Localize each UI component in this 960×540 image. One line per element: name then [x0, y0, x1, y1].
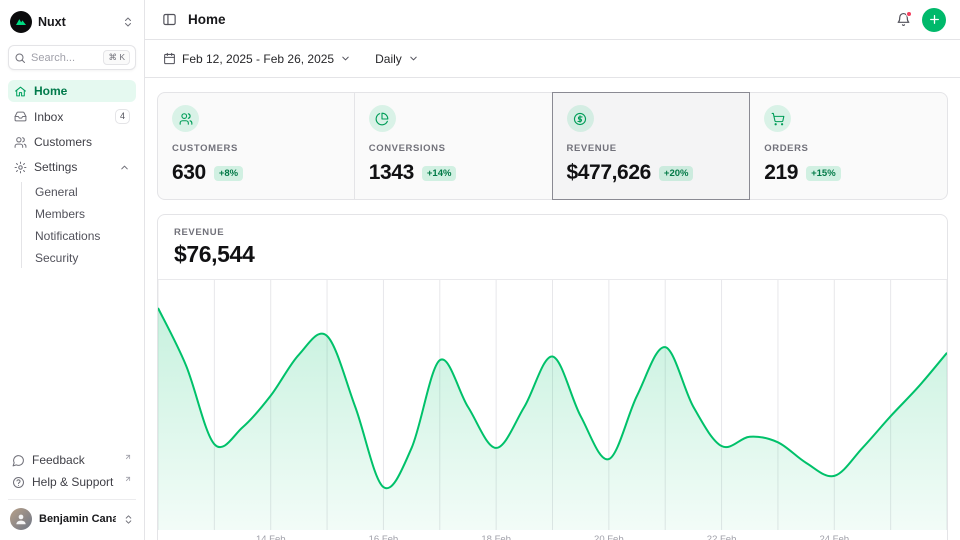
nav-label: Help & Support: [32, 475, 119, 489]
chart-pie-icon: [369, 105, 396, 132]
workspace-name: Nuxt: [38, 15, 116, 29]
x-axis-tick: 20 Feb: [594, 534, 624, 540]
shopping-cart-icon: [764, 105, 791, 132]
inbox-icon: [14, 110, 27, 123]
chart-header: REVENUE $76,544: [158, 215, 947, 280]
sidebar-item-feedback[interactable]: Feedback: [8, 449, 136, 471]
panel-left-icon: [162, 12, 177, 27]
nav-label: Feedback: [32, 453, 119, 467]
home-icon: [14, 85, 27, 98]
period-select[interactable]: Daily: [371, 48, 423, 70]
users-icon: [14, 136, 27, 149]
notifications-button[interactable]: [893, 9, 914, 30]
nav-label: Customers: [34, 135, 130, 149]
settings-children: General Members Notifications Security: [21, 182, 136, 268]
chart-label: REVENUE: [174, 227, 931, 238]
app-root: Nuxt Search... ⌘ K Home: [0, 0, 960, 540]
page-header: Home: [145, 0, 960, 40]
circle-help-icon: [12, 476, 25, 489]
stat-label: ORDERS: [764, 143, 933, 154]
stat-card-customers[interactable]: CUSTOMERS 630 +8%: [157, 92, 355, 200]
notification-dot: [906, 11, 912, 17]
stat-card-revenue[interactable]: REVENUE $477,626 +20%: [552, 92, 751, 200]
arrow-up-right-icon: [124, 453, 132, 461]
page-title: Home: [188, 12, 885, 27]
sidebar-item-help-support[interactable]: Help & Support: [8, 471, 136, 493]
add-button[interactable]: [922, 8, 946, 32]
stat-label: CONVERSIONS: [369, 143, 538, 154]
area-chart-svg[interactable]: [158, 280, 947, 530]
main-area: Home Feb 12, 2025 - Feb 26, 2025: [145, 0, 960, 540]
stat-delta-badge: +14%: [422, 166, 457, 181]
nav-label: Home: [34, 84, 130, 98]
x-axis-tick: 24 Feb: [819, 534, 849, 540]
stat-value: 630: [172, 161, 206, 185]
revenue-chart-card: REVENUE $76,544 14 Feb 16 Feb 18 Feb 20 Feb…: [157, 214, 948, 540]
user-name: Benjamin Canac: [39, 513, 116, 525]
circle-dollar-icon: [567, 105, 594, 132]
filters-toolbar: Feb 12, 2025 - Feb 26, 2025 Daily: [145, 40, 960, 78]
chevrons-up-down-icon: [122, 16, 134, 28]
stat-value: 1343: [369, 161, 414, 185]
nav-label: Settings: [34, 160, 112, 174]
sidebar-item-inbox[interactable]: Inbox 4: [8, 105, 136, 128]
sidebar-item-security[interactable]: Security: [31, 248, 136, 268]
x-axis-tick: 16 Feb: [369, 534, 399, 540]
nuxt-logo-icon: [10, 11, 32, 33]
x-axis-tick: 18 Feb: [481, 534, 511, 540]
date-range-label: Feb 12, 2025 - Feb 26, 2025: [182, 52, 334, 66]
stats-row: CUSTOMERS 630 +8% CONVERSIONS 1343 +14%: [157, 92, 948, 200]
date-range-picker[interactable]: Feb 12, 2025 - Feb 26, 2025: [159, 48, 355, 70]
stat-label: REVENUE: [567, 143, 736, 154]
stat-delta-badge: +20%: [659, 166, 694, 181]
calendar-icon: [163, 52, 176, 65]
sidebar-nav: Home Inbox 4 Customers Settings: [8, 80, 136, 269]
user-menu[interactable]: Benjamin Canac: [8, 499, 136, 532]
gear-icon: [14, 161, 27, 174]
stat-value: 219: [764, 161, 798, 185]
search-kbd-shortcut: ⌘ K: [103, 50, 130, 65]
plus-icon: [928, 13, 941, 26]
sidebar-item-members[interactable]: Members: [31, 204, 136, 224]
message-circle-icon: [12, 454, 25, 467]
sidebar-spacer: [8, 269, 136, 449]
search-input[interactable]: Search... ⌘ K: [8, 45, 136, 70]
stat-label: CUSTOMERS: [172, 143, 340, 154]
users-icon: [172, 105, 199, 132]
chart-value: $76,544: [174, 241, 931, 268]
stat-card-conversions[interactable]: CONVERSIONS 1343 +14%: [354, 92, 553, 200]
sidebar: Nuxt Search... ⌘ K Home: [0, 0, 145, 540]
chevrons-up-down-icon: [123, 514, 134, 525]
sidebar-item-settings[interactable]: Settings: [8, 156, 136, 178]
nav-label: Inbox: [34, 110, 108, 124]
chevron-down-icon: [408, 53, 419, 64]
search-placeholder: Search...: [31, 52, 98, 64]
chevron-up-icon: [119, 162, 130, 173]
period-label: Daily: [375, 52, 402, 66]
search-icon: [14, 52, 26, 64]
x-axis-labels: 14 Feb 16 Feb 18 Feb 20 Feb 22 Feb 24 Feb: [158, 530, 947, 540]
arrow-up-right-icon: [124, 475, 132, 483]
sidebar-item-general[interactable]: General: [31, 182, 136, 202]
sidebar-toggle-button[interactable]: [159, 9, 180, 30]
stat-value: $477,626: [567, 161, 651, 185]
stat-delta-badge: +8%: [214, 166, 243, 181]
avatar: [10, 508, 32, 530]
inbox-count-badge: 4: [115, 109, 130, 124]
workspace-switcher[interactable]: Nuxt: [8, 8, 136, 36]
sidebar-item-notifications[interactable]: Notifications: [31, 226, 136, 246]
x-axis-tick: 22 Feb: [707, 534, 737, 540]
chevron-down-icon: [340, 53, 351, 64]
stat-delta-badge: +15%: [806, 166, 841, 181]
x-axis-tick: 14 Feb: [256, 534, 286, 540]
sidebar-item-home[interactable]: Home: [8, 80, 136, 102]
dashboard-content: CUSTOMERS 630 +8% CONVERSIONS 1343 +14%: [145, 78, 960, 540]
sidebar-item-customers[interactable]: Customers: [8, 131, 136, 153]
revenue-chart[interactable]: [158, 280, 947, 530]
stat-card-orders[interactable]: ORDERS 219 +15%: [749, 92, 948, 200]
